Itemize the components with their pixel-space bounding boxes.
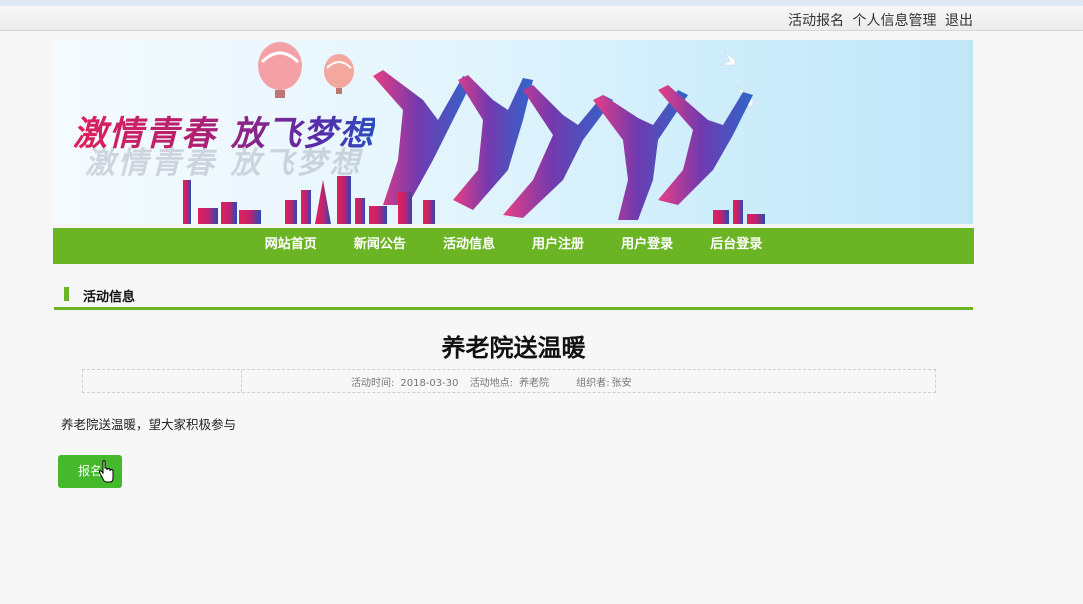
jumping-people-illustration <box>373 70 753 220</box>
nav-item-activities[interactable]: 活动信息 <box>443 228 495 262</box>
main-nav: 网站首页 新闻公告 活动信息 用户注册 用户登录 后台登录 <box>53 228 974 264</box>
article-meta: 活动时间: 2018-03-30 活动地点: 养老院 组织者: 张安 <box>82 369 936 393</box>
meta-organizer-label: 组织者: <box>576 378 610 389</box>
hand-cursor-icon <box>98 460 114 483</box>
meta-organizer-value: 张安 <box>611 378 632 389</box>
banner-slogan: 激情青春 放飞梦想 <box>73 106 375 155</box>
meta-place-value: 养老院 <box>519 378 550 389</box>
section-marker <box>64 287 69 301</box>
meta-divider <box>241 370 242 392</box>
meta-text: 活动时间: 2018-03-30 活动地点: 养老院 组织者: 张安 <box>351 374 640 389</box>
article-content: 养老院送温暖，望大家积极参与 <box>61 417 237 432</box>
user-links: 活动报名 个人信息管理 退出 <box>784 10 973 30</box>
meta-place-label: 活动地点: <box>469 378 514 389</box>
nav-item-login[interactable]: 用户登录 <box>621 228 673 262</box>
article-title: 养老院送温暖 <box>441 333 586 362</box>
link-profile-management[interactable]: 个人信息管理 <box>853 13 937 29</box>
section-title: 活动信息 <box>83 290 136 305</box>
nav-item-admin-login[interactable]: 后台登录 <box>710 228 762 262</box>
hot-air-balloon-icon <box>324 54 354 94</box>
nav-item-news[interactable]: 新闻公告 <box>354 228 406 262</box>
site-banner: 激情青春 放飞梦想 激情青春 放飞梦想 <box>53 40 973 224</box>
nav-item-register[interactable]: 用户注册 <box>532 228 584 262</box>
hot-air-balloon-icon <box>258 42 302 98</box>
meta-time-label: 活动时间: <box>351 378 395 389</box>
meta-time-value: 2018-03-30 <box>400 378 459 389</box>
section-header: 活动信息 <box>54 283 973 310</box>
nav-item-home[interactable]: 网站首页 <box>265 228 317 262</box>
top-bar: 活动报名 个人信息管理 退出 <box>0 6 1083 31</box>
link-logout[interactable]: 退出 <box>945 13 973 29</box>
link-activity-signup[interactable]: 活动报名 <box>788 13 844 29</box>
